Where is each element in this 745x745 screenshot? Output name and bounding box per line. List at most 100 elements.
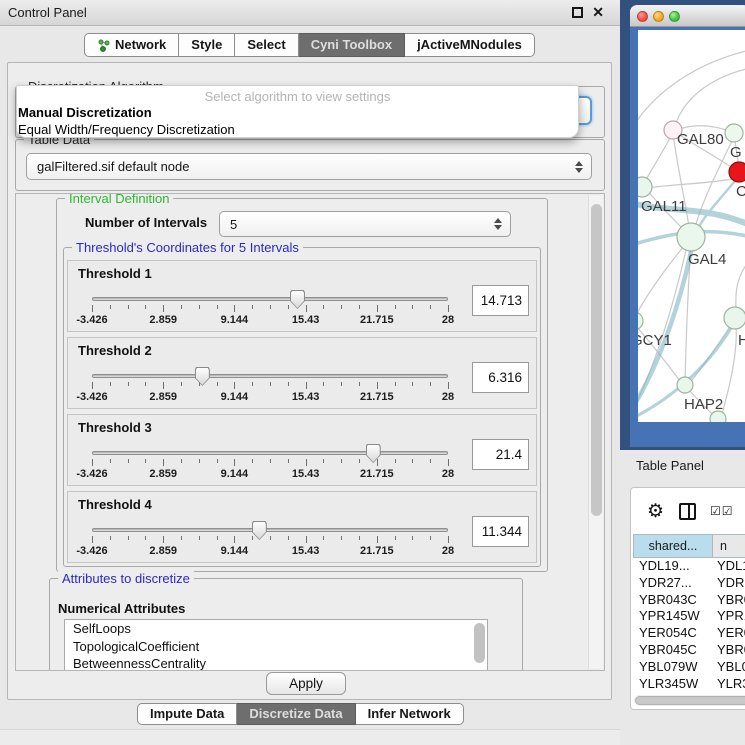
attribute-list-item[interactable]: SelfLoops — [65, 620, 487, 638]
control-panel-title: Control Panel — [8, 5, 87, 20]
tab-infer-network[interactable]: Infer Network — [356, 703, 464, 725]
network-window-titlebar — [630, 5, 745, 27]
close-traffic-light-icon[interactable] — [637, 11, 648, 22]
interval-definition-group: Interval Definition Number of Intervals … — [56, 198, 548, 572]
cell-shared-name: YDR27... — [633, 575, 713, 592]
slider-track[interactable] — [92, 528, 448, 532]
columns-icon[interactable] — [679, 503, 696, 520]
threshold-slider[interactable]: -3.4262.8599.14415.4321.71528 — [92, 520, 448, 560]
select-columns-checkboxes-icon[interactable]: ☑☑ — [710, 504, 734, 518]
threshold-panel-2: Threshold 2 -3.4262.8599.14415.4321.71528… — [67, 337, 537, 409]
cell-shared-name: YLR345W — [633, 676, 713, 693]
network-node-g[interactable] — [725, 124, 743, 142]
column-header-shared-name[interactable]: shared... — [633, 534, 713, 558]
network-node-h[interactable] — [724, 307, 745, 329]
threshold-value-field[interactable]: 14.713 — [472, 285, 529, 316]
threshold-slider[interactable]: -3.4262.8599.14415.4321.71528 — [92, 366, 448, 406]
network-node-gal4[interactable] — [677, 223, 705, 251]
cell-shared-name: YPR145W — [633, 608, 713, 625]
threshold-value-field[interactable]: 11.344 — [472, 516, 529, 547]
table-row[interactable]: YLR345WYLR3 — [633, 676, 745, 693]
thresholds-group-title: Threshold's Coordinates for 5 Intervals — [72, 240, 303, 255]
apply-button[interactable]: Apply — [266, 672, 346, 695]
control-panel-titlebar: Control Panel ✕ — [0, 0, 620, 26]
number-of-intervals-label: Number of Intervals — [85, 215, 207, 230]
network-canvas[interactable]: GAL80GCGAL11GAL4GCY1HHAP2 — [638, 30, 745, 422]
slider-track[interactable] — [92, 374, 448, 378]
network-node-gcy1[interactable] — [638, 312, 643, 330]
network-graph: GAL80GCGAL11GAL4GCY1HHAP2 — [638, 30, 745, 422]
table-row[interactable]: YBL079WYBL0 — [633, 659, 745, 676]
network-node-gal11[interactable] — [638, 177, 652, 197]
tab-select[interactable]: Select — [235, 33, 298, 57]
threshold-slider[interactable]: -3.4262.8599.14415.4321.71528 — [92, 443, 448, 483]
popup-item-manual-discretization[interactable]: Manual Discretization — [18, 105, 152, 120]
threshold-panel-1: Threshold 1-3.4262.8599.14415.4321.71528… — [67, 260, 537, 332]
network-node-label: GAL11 — [641, 198, 687, 215]
close-icon[interactable]: ✕ — [592, 7, 604, 18]
tab-discretize-data[interactable]: Discretize Data — [237, 703, 355, 725]
cyni-main-panel: Discretization Algorithm Table Data galF… — [7, 62, 612, 700]
desktop-background: GAL80GCGAL11GAL4GCY1HHAP2 — [620, 0, 745, 450]
float-window-icon[interactable] — [572, 7, 583, 18]
slider-track[interactable] — [92, 451, 448, 455]
network-node-c[interactable] — [729, 162, 745, 182]
attributes-list-scrollbar[interactable] — [474, 623, 485, 663]
threshold-value-field[interactable]: 6.316 — [472, 362, 529, 393]
minimize-traffic-light-icon[interactable] — [653, 11, 664, 22]
tab-network[interactable]: Network — [84, 33, 179, 57]
table-row[interactable]: YDR27...YDR2 — [633, 575, 745, 592]
table-row[interactable]: YBR045CYBR0 — [633, 642, 745, 659]
number-of-intervals-select[interactable]: 5 — [219, 211, 511, 237]
network-node-label: HAP2 — [684, 396, 723, 413]
attribute-list-item[interactable]: TopologicalCoefficient — [65, 638, 487, 656]
interval-definition-title: Interval Definition — [65, 193, 173, 206]
threshold-slider[interactable]: -3.4262.8599.14415.4321.71528 — [92, 289, 448, 329]
tab-impute-data[interactable]: Impute Data — [137, 703, 237, 725]
table-row[interactable]: YBR043CYBR0 — [633, 592, 745, 609]
gear-icon[interactable]: ⚙ — [647, 500, 664, 523]
threshold-panel-4: Threshold 4-3.4262.8599.14415.4321.71528… — [67, 491, 537, 563]
slider-tick-labels: -3.4262.8599.14415.4321.71528 — [92, 545, 448, 557]
cell-shared-name: YBR045C — [633, 642, 713, 659]
combo-arrows-icon — [494, 218, 502, 230]
network-node-label: H — [738, 332, 745, 349]
table-row[interactable]: YER054CYER0 — [633, 625, 745, 642]
column-header-name[interactable]: n — [713, 534, 745, 558]
tab-jactivemnodules[interactable]: jActiveMNodules — [405, 33, 535, 57]
table-data-selected-value: galFiltered.sif default node — [37, 154, 189, 180]
cell-name: YDR2 — [713, 575, 745, 592]
numerical-attributes-list[interactable]: SelfLoopsTopologicalCoefficientBetweenne… — [64, 619, 488, 671]
slider-track[interactable] — [92, 297, 448, 301]
top-tabbar: Network Style Select Cyni Toolbox jActiv… — [84, 33, 535, 57]
table-row[interactable]: YDL19...YDL1 — [633, 558, 745, 575]
threshold-value-field[interactable]: 21.4 — [472, 439, 529, 470]
attribute-list-item[interactable]: BetweennessCentrality — [65, 655, 487, 671]
tab-style[interactable]: Style — [179, 33, 235, 57]
network-icon — [97, 39, 110, 52]
tab-cyni-toolbox[interactable]: Cyni Toolbox — [299, 33, 405, 57]
network-node-hap2[interactable] — [677, 377, 693, 393]
cell-name: YBR0 — [713, 592, 745, 609]
table-horizontal-scrollbar[interactable] — [634, 695, 745, 706]
cell-shared-name: YDL19... — [633, 558, 713, 575]
threshold-label: Threshold 2 — [78, 343, 152, 358]
settings-vertical-scrollbar[interactable] — [588, 195, 603, 669]
cell-name: YDL1 — [713, 558, 745, 575]
scrollbar-thumb[interactable] — [591, 204, 602, 516]
slider-tick-labels: -3.4262.8599.14415.4321.71528 — [92, 391, 448, 403]
cell-name: YLR3 — [713, 676, 745, 693]
threshold-panel-3: Threshold 3-3.4262.8599.14415.4321.71528… — [67, 414, 537, 486]
table-data-select[interactable]: galFiltered.sif default node — [26, 153, 592, 180]
popup-item-equal-width-frequency[interactable]: Equal Width/Frequency Discretization — [18, 122, 235, 137]
number-of-intervals-value: 5 — [230, 212, 237, 237]
table-header: shared... n — [633, 534, 745, 558]
scrollbar-thumb[interactable] — [635, 696, 745, 705]
zoom-traffic-light-icon[interactable] — [669, 11, 680, 22]
table-data-group: Table Data galFiltered.sif default node — [15, 139, 605, 191]
right-region: GAL80GCGAL11GAL4GCY1HHAP2 Table Panel ⚙ … — [620, 0, 745, 745]
numerical-attributes-heading: Numerical Attributes — [58, 601, 185, 616]
slider-ticks — [92, 536, 448, 544]
tab-network-label: Network — [115, 34, 166, 56]
table-row[interactable]: YPR145WYPR1 — [633, 608, 745, 625]
